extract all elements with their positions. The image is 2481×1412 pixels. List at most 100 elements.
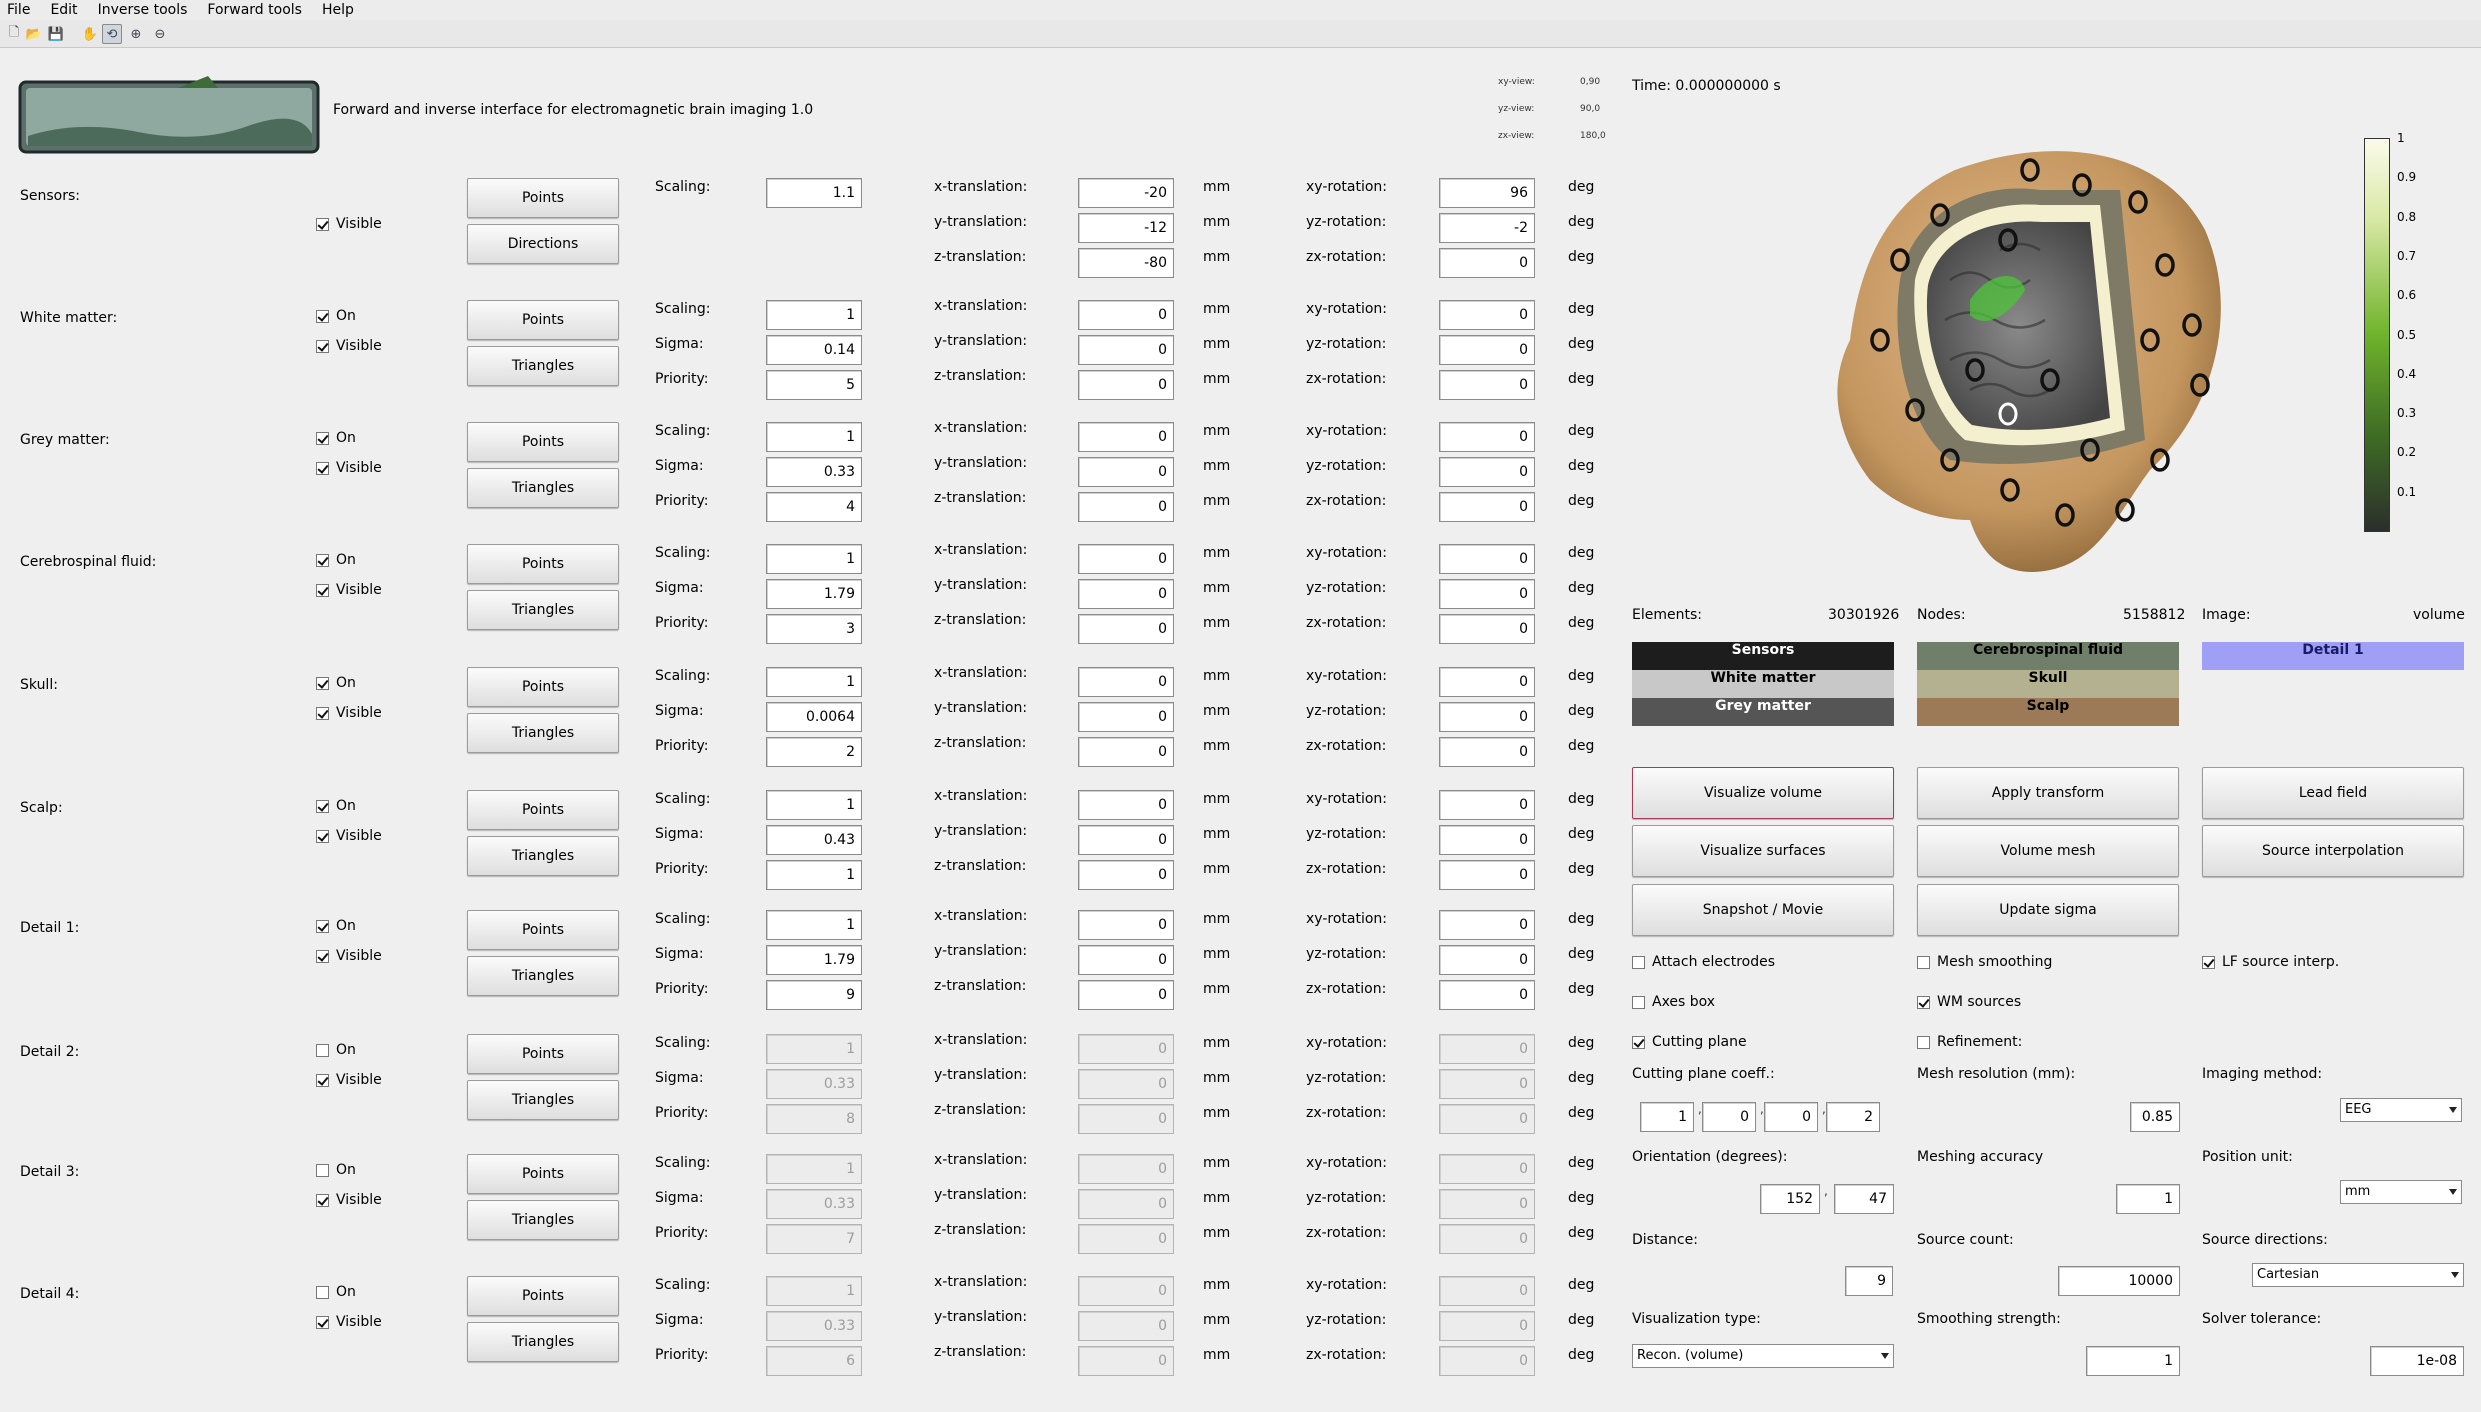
grey-matter-sigma-field[interactable]: 0.33: [766, 457, 862, 487]
detail-1-xr-field[interactable]: 0: [1439, 910, 1535, 940]
cerebrospinal-fluid-triangles-button[interactable]: Triangles: [467, 590, 619, 630]
scalp-points-button[interactable]: Points: [467, 790, 619, 830]
orientation-field[interactable]: 47: [1834, 1184, 1894, 1214]
source-interpolation-button[interactable]: Source interpolation: [2202, 825, 2464, 877]
skull-visible-checkbox[interactable]: Visible: [316, 705, 382, 721]
cutting-plane-coeff-field[interactable]: 1: [1640, 1102, 1694, 1132]
cutting-plane-checkbox[interactable]: Cutting plane: [1632, 1034, 1747, 1050]
sensors-yt-field[interactable]: -12: [1078, 213, 1174, 243]
cerebrospinal-fluid-xt-field[interactable]: 0: [1078, 544, 1174, 574]
cerebrospinal-fluid-on-checkbox-box[interactable]: [316, 553, 329, 567]
cutting-plane-coeff-field[interactable]: 0: [1764, 1102, 1818, 1132]
grey-matter-scaling-field[interactable]: 1: [766, 422, 862, 452]
mesh-smoothing-checkbox[interactable]: Mesh smoothing: [1917, 954, 2052, 970]
detail-2-visible-checkbox[interactable]: Visible: [316, 1072, 382, 1088]
source-count-field[interactable]: 10000: [2058, 1266, 2180, 1296]
sensors-yr-field[interactable]: -2: [1439, 213, 1535, 243]
detail-1-priority-field[interactable]: 9: [766, 980, 862, 1010]
skull-sigma-field[interactable]: 0.0064: [766, 702, 862, 732]
axes-box-checkbox[interactable]: Axes box: [1632, 994, 1715, 1010]
attach-electrodes-checkbox[interactable]: Attach electrodes: [1632, 954, 1775, 970]
white-matter-on-checkbox[interactable]: On: [316, 308, 356, 324]
cerebrospinal-fluid-scaling-field[interactable]: 1: [766, 544, 862, 574]
detail-1-triangles-button[interactable]: Triangles: [467, 956, 619, 996]
detail-2-points-button[interactable]: Points: [467, 1034, 619, 1074]
scalp-sigma-field[interactable]: 0.43: [766, 825, 862, 855]
sensors-xt-field[interactable]: -20: [1078, 178, 1174, 208]
skull-on-checkbox-box[interactable]: [316, 676, 329, 690]
scalp-scaling-field[interactable]: 1: [766, 790, 862, 820]
detail-3-visible-checkbox[interactable]: Visible: [316, 1192, 382, 1208]
detail-3-on-checkbox-box[interactable]: [316, 1163, 329, 1177]
cerebrospinal-fluid-xr-field[interactable]: 0: [1439, 544, 1535, 574]
skull-triangles-button[interactable]: Triangles: [467, 713, 619, 753]
skull-yr-field[interactable]: 0: [1439, 702, 1535, 732]
detail-2-visible-checkbox-box[interactable]: [316, 1073, 329, 1087]
detail-2-on-checkbox[interactable]: On: [316, 1042, 356, 1058]
skull-xt-field[interactable]: 0: [1078, 667, 1174, 697]
detail-1-scaling-field[interactable]: 1: [766, 910, 862, 940]
detail-1-visible-checkbox-box[interactable]: [316, 949, 329, 963]
white-matter-sigma-field[interactable]: 0.14: [766, 335, 862, 365]
white-matter-yt-field[interactable]: 0: [1078, 335, 1174, 365]
detail-1-zr-field[interactable]: 0: [1439, 980, 1535, 1010]
distance-field[interactable]: 9: [1845, 1266, 1893, 1296]
mesh-resolution-field[interactable]: 0.85: [2130, 1102, 2180, 1132]
detail-3-triangles-button[interactable]: Triangles: [467, 1200, 619, 1240]
detail-3-points-button[interactable]: Points: [467, 1154, 619, 1194]
zoom-out-icon[interactable]: ⊖: [150, 24, 170, 44]
scalp-yt-field[interactable]: 0: [1078, 825, 1174, 855]
wm-sources-checkbox[interactable]: WM sources: [1917, 994, 2021, 1010]
white-matter-xr-field[interactable]: 0: [1439, 300, 1535, 330]
white-matter-points-button[interactable]: Points: [467, 300, 619, 340]
detail-1-sigma-field[interactable]: 1.79: [766, 945, 862, 975]
sensors-scaling-field[interactable]: 1.1: [766, 178, 862, 208]
skull-zr-field[interactable]: 0: [1439, 737, 1535, 767]
sensors-directions-button[interactable]: Directions: [467, 224, 619, 264]
scalp-visible-checkbox[interactable]: Visible: [316, 828, 382, 844]
detail-1-points-button[interactable]: Points: [467, 910, 619, 950]
head-model-viewport[interactable]: [1820, 140, 2260, 600]
cerebrospinal-fluid-yt-field[interactable]: 0: [1078, 579, 1174, 609]
skull-priority-field[interactable]: 2: [766, 737, 862, 767]
scalp-yr-field[interactable]: 0: [1439, 825, 1535, 855]
skull-visible-checkbox-box[interactable]: [316, 706, 329, 720]
checkbox-box[interactable]: [1917, 1035, 1930, 1049]
skull-scaling-field[interactable]: 1: [766, 667, 862, 697]
refinement-checkbox[interactable]: Refinement:: [1917, 1034, 2022, 1050]
cerebrospinal-fluid-visible-checkbox[interactable]: Visible: [316, 582, 382, 598]
checkbox-box[interactable]: [1917, 955, 1930, 969]
detail-4-visible-checkbox-box[interactable]: [316, 1315, 329, 1329]
checkbox-box[interactable]: [1632, 955, 1645, 969]
scalp-zr-field[interactable]: 0: [1439, 860, 1535, 890]
grey-matter-zt-field[interactable]: 0: [1078, 492, 1174, 522]
cutting-plane-coeff-field[interactable]: 2: [1826, 1102, 1880, 1132]
skull-yt-field[interactable]: 0: [1078, 702, 1174, 732]
cerebrospinal-fluid-visible-checkbox-box[interactable]: [316, 583, 329, 597]
meshing-accuracy-field[interactable]: 1: [2116, 1184, 2180, 1214]
detail-1-on-checkbox[interactable]: On: [316, 918, 356, 934]
pan-icon[interactable]: ✋: [80, 24, 100, 44]
visualization-type-select[interactable]: Recon. (volume): [1632, 1344, 1894, 1368]
grey-matter-visible-checkbox-box[interactable]: [316, 461, 329, 475]
checkbox-box[interactable]: [2202, 955, 2215, 969]
cerebrospinal-fluid-zr-field[interactable]: 0: [1439, 614, 1535, 644]
sensors-zt-field[interactable]: -80: [1078, 248, 1174, 278]
scalp-xr-field[interactable]: 0: [1439, 790, 1535, 820]
sensors-visible-checkbox-box[interactable]: [316, 217, 329, 231]
scalp-visible-checkbox-box[interactable]: [316, 829, 329, 843]
detail-1-on-checkbox-box[interactable]: [316, 919, 329, 933]
white-matter-zr-field[interactable]: 0: [1439, 370, 1535, 400]
white-matter-visible-checkbox[interactable]: Visible: [316, 338, 382, 354]
menu-edit[interactable]: Edit: [47, 2, 80, 18]
detail-4-visible-checkbox[interactable]: Visible: [316, 1314, 382, 1330]
white-matter-scaling-field[interactable]: 1: [766, 300, 862, 330]
save-icon[interactable]: 💾: [46, 24, 66, 44]
white-matter-yr-field[interactable]: 0: [1439, 335, 1535, 365]
cutting-plane-coeff-field[interactable]: 0: [1702, 1102, 1756, 1132]
cerebrospinal-fluid-points-button[interactable]: Points: [467, 544, 619, 584]
scalp-on-checkbox[interactable]: On: [316, 798, 356, 814]
detail-1-yt-field[interactable]: 0: [1078, 945, 1174, 975]
smoothing-strength-field[interactable]: 1: [2086, 1346, 2180, 1376]
detail-1-visible-checkbox[interactable]: Visible: [316, 948, 382, 964]
